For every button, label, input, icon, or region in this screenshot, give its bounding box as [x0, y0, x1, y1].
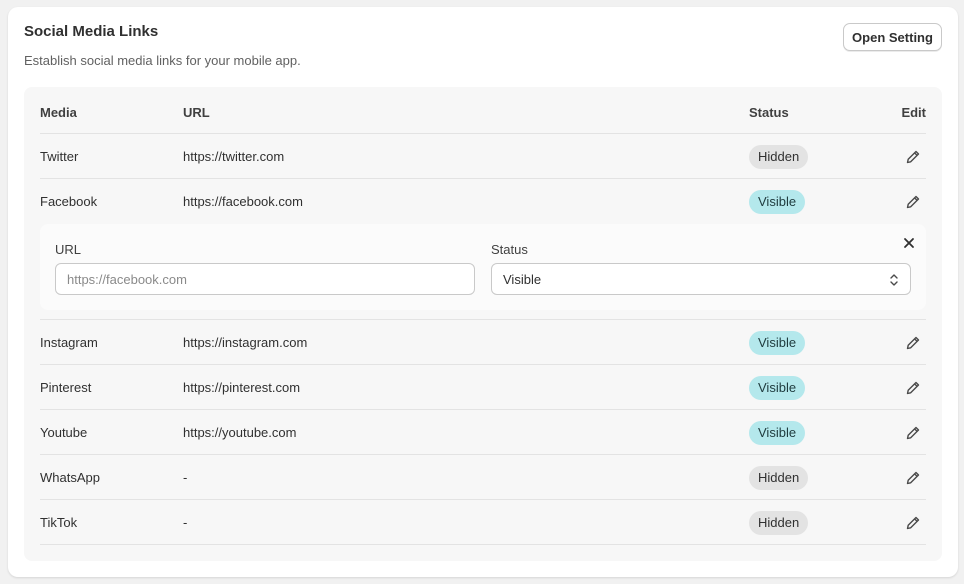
media-url: - [183, 470, 188, 485]
status-badge: Visible [749, 376, 806, 400]
status-badge: Visible [749, 331, 806, 355]
table-row: WhatsApp - Hidden [40, 455, 926, 500]
pencil-icon [906, 426, 920, 440]
table-row: Youtube https://youtube.com Visible [40, 410, 926, 455]
edit-form: URL Status Visible [40, 224, 926, 310]
media-name: Instagram [40, 335, 98, 350]
pencil-icon [906, 381, 920, 395]
status-select-value: Visible [503, 271, 542, 287]
column-header-media: Media [40, 105, 77, 120]
table-header: Media URL Status Edit [40, 87, 926, 134]
pencil-icon [906, 516, 920, 530]
status-badge: Visible [749, 421, 806, 445]
status-badge: Hidden [749, 145, 809, 169]
media-name: Twitter [40, 149, 79, 164]
pencil-icon [906, 150, 920, 164]
media-name: TikTok [40, 515, 78, 530]
status-select[interactable]: Visible [491, 263, 911, 295]
chevron-up-down-icon [890, 274, 898, 286]
column-header-status: Status [749, 105, 789, 120]
url-input[interactable] [55, 263, 475, 295]
column-header-edit: Edit [901, 105, 926, 120]
table-row: Facebook https://facebook.com Visible [40, 179, 926, 224]
table-row: TikTok - Hidden [40, 500, 926, 545]
media-url: https://youtube.com [183, 425, 297, 440]
pencil-icon [906, 336, 920, 350]
media-url: https://instagram.com [183, 335, 308, 350]
media-name: Facebook [40, 194, 98, 209]
media-url: https://facebook.com [183, 194, 303, 209]
media-name: Pinterest [40, 380, 92, 395]
page-subtitle: Establish social media links for your mo… [24, 53, 301, 68]
open-setting-button[interactable]: Open Setting [843, 23, 942, 51]
table-row: Twitter https://twitter.com Hidden [40, 134, 926, 179]
edit-button[interactable] [902, 332, 924, 354]
edit-button[interactable] [902, 467, 924, 489]
media-url: - [183, 515, 188, 530]
edit-button[interactable] [902, 422, 924, 444]
media-name: Youtube [40, 425, 88, 440]
pencil-icon [906, 471, 920, 485]
pencil-icon [906, 195, 920, 209]
page-title: Social Media Links [24, 23, 159, 40]
status-badge: Hidden [749, 511, 809, 535]
media-url: https://pinterest.com [183, 380, 301, 395]
edit-button[interactable] [902, 146, 924, 168]
table-row: Pinterest https://pinterest.com Visible [40, 365, 926, 410]
media-url: https://twitter.com [183, 149, 285, 164]
edit-button[interactable] [902, 377, 924, 399]
url-field-label: URL [55, 242, 82, 257]
column-header-url: URL [183, 105, 210, 120]
edit-button[interactable] [902, 191, 924, 213]
table-row: Instagram https://instagram.com Visible [40, 320, 926, 365]
status-badge: Visible [749, 190, 806, 214]
edit-button[interactable] [902, 512, 924, 534]
media-name: WhatsApp [40, 470, 100, 485]
status-badge: Hidden [749, 466, 809, 490]
links-table: Media URL Status Edit Twitter https://tw… [24, 87, 942, 561]
close-icon[interactable] [902, 236, 916, 250]
social-media-links-card: Social Media Links Establish social medi… [8, 7, 958, 577]
status-field-label: Status [491, 242, 528, 257]
